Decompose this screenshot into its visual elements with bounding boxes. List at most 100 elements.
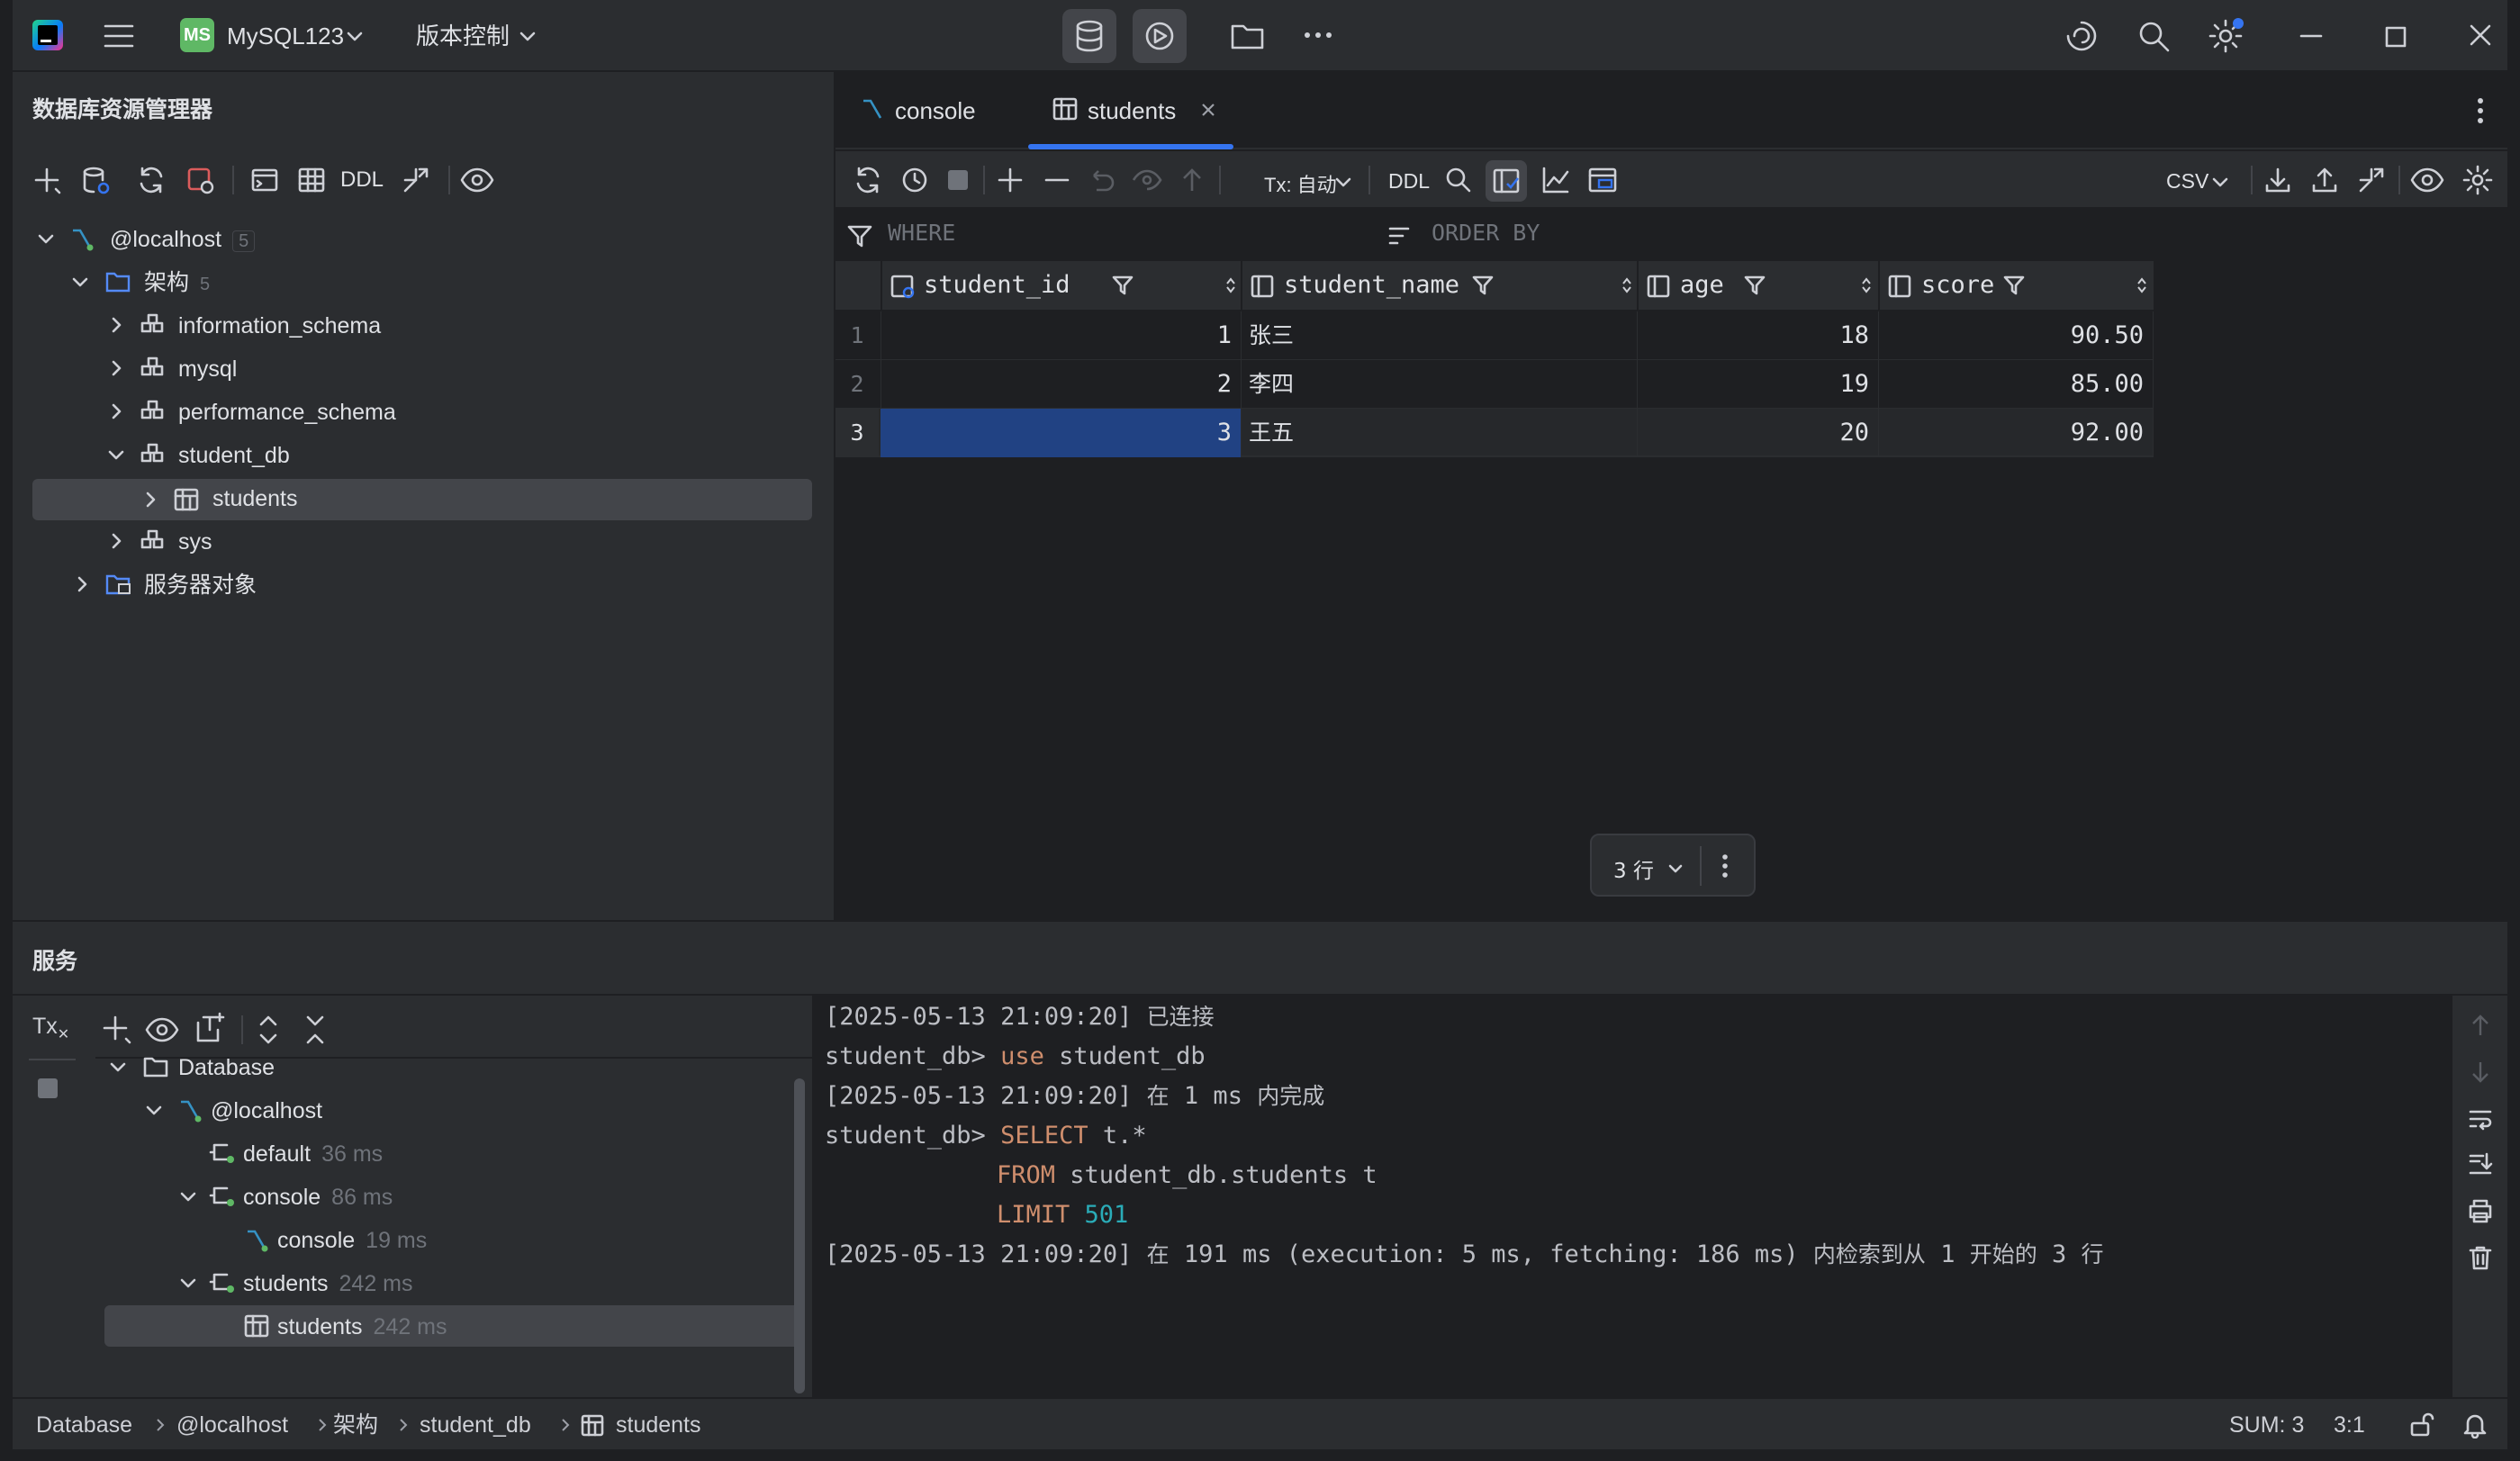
- project-badge[interactable]: MS: [180, 18, 214, 52]
- search-icon[interactable]: [2136, 18, 2172, 54]
- breadcrumb-database[interactable]: Database: [36, 1399, 132, 1451]
- breadcrumb-student-db[interactable]: student_db: [420, 1399, 531, 1451]
- main-menu-icon[interactable]: [103, 22, 135, 50]
- column-header-age[interactable]: age: [1637, 261, 1878, 310]
- tree-item-student-db[interactable]: student_db: [178, 434, 290, 477]
- ddl-button[interactable]: DDL: [340, 167, 384, 193]
- database-tool-button[interactable]: [1062, 9, 1116, 63]
- expand-all-icon[interactable]: [252, 1012, 285, 1048]
- breadcrumb-localhost[interactable]: @localhost: [176, 1399, 288, 1451]
- cell-student-id-selected[interactable]: 3: [881, 409, 1241, 457]
- column-filter-icon[interactable]: [2002, 274, 2026, 297]
- reload-icon[interactable]: [852, 164, 884, 196]
- ddl-button[interactable]: DDL: [1388, 169, 1430, 194]
- app-logo-icon[interactable]: [32, 20, 63, 50]
- table-row[interactable]: 3 3 王五 20 92.00: [835, 409, 2154, 457]
- view-options-icon[interactable]: [459, 164, 495, 196]
- tab-students[interactable]: students: [1088, 72, 1176, 149]
- chevron-down-icon[interactable]: [1667, 861, 1684, 877]
- table-view-toggle-icon[interactable]: [1486, 160, 1527, 202]
- scroll-up-icon[interactable]: [2467, 1012, 2494, 1039]
- cell-score[interactable]: 90.50: [1878, 311, 2154, 360]
- vcs-menu[interactable]: 版本控制: [416, 0, 510, 72]
- disconnect-icon[interactable]: [184, 164, 216, 196]
- compare-icon[interactable]: [2355, 164, 2388, 196]
- jump-to-source-icon[interactable]: [400, 164, 432, 196]
- tree-item-localhost[interactable]: @localhost 5: [110, 218, 256, 261]
- order-by-input[interactable]: ORDER BY: [1432, 220, 1540, 246]
- cell-student-id[interactable]: 1: [881, 311, 1241, 360]
- print-icon[interactable]: [2467, 1197, 2494, 1224]
- caret-position[interactable]: 3:1: [2334, 1399, 2365, 1451]
- tree-item-information-schema[interactable]: information_schema: [178, 304, 381, 347]
- chevron-right-icon[interactable]: [106, 358, 126, 378]
- transaction-mode-dropdown[interactable]: Tx: 自动: [1264, 169, 1337, 198]
- scroll-down-icon[interactable]: [2467, 1059, 2494, 1086]
- unlock-icon[interactable]: [2407, 1411, 2434, 1438]
- column-header-student-name[interactable]: student_name: [1241, 261, 1637, 310]
- tree-item-server-objects[interactable]: 服务器对象: [144, 564, 257, 607]
- breadcrumb-schemas[interactable]: 架构: [333, 1399, 378, 1451]
- value-viewer-icon[interactable]: [1586, 164, 1619, 196]
- search-icon[interactable]: [1444, 166, 1473, 194]
- column-filter-icon[interactable]: [1743, 274, 1766, 297]
- history-icon[interactable]: [899, 164, 931, 196]
- sort-toggle-icon[interactable]: [1860, 275, 1873, 295]
- folder-icon[interactable]: [1230, 20, 1266, 52]
- minimize-icon[interactable]: [2298, 25, 2325, 47]
- export-format-dropdown[interactable]: CSV: [2166, 169, 2208, 194]
- column-filter-icon[interactable]: [1111, 274, 1134, 297]
- service-item-localhost[interactable]: @localhost: [211, 1089, 322, 1132]
- chevron-down-icon[interactable]: [36, 229, 56, 248]
- tree-item-schemas[interactable]: 架构 5: [144, 261, 210, 304]
- selection-sum[interactable]: SUM: 3: [2229, 1399, 2304, 1451]
- tx-indicator[interactable]: Tx✕: [32, 1014, 69, 1043]
- service-item-default[interactable]: default 36 ms: [243, 1132, 383, 1176]
- collapse-all-icon[interactable]: [299, 1012, 331, 1048]
- chevron-down-icon[interactable]: [70, 272, 90, 292]
- stop-icon[interactable]: [947, 169, 969, 191]
- export-icon[interactable]: [2262, 164, 2294, 196]
- cell-student-name[interactable]: 李四: [1241, 360, 1637, 409]
- service-item-students-group[interactable]: students 242 ms: [243, 1262, 413, 1305]
- import-icon[interactable]: [2308, 164, 2341, 196]
- sort-toggle-icon[interactable]: [2136, 275, 2148, 295]
- chevron-right-icon[interactable]: [106, 401, 126, 421]
- add-row-icon[interactable]: [994, 164, 1026, 196]
- more-vertical-icon[interactable]: [1720, 852, 1730, 880]
- project-name[interactable]: MySQL123: [227, 0, 344, 72]
- clear-all-icon[interactable]: [2467, 1244, 2494, 1271]
- chevron-down-icon[interactable]: [346, 27, 364, 45]
- stop-icon[interactable]: [36, 1077, 59, 1100]
- table-row[interactable]: 1 1 张三 18 90.50: [835, 311, 2154, 360]
- close-tab-icon[interactable]: [1199, 101, 1217, 119]
- row-count-dropdown[interactable]: 3 行: [1613, 853, 1654, 884]
- breadcrumb-students[interactable]: students: [616, 1399, 701, 1451]
- chevron-right-icon[interactable]: [106, 531, 126, 551]
- view-options-icon[interactable]: [2409, 164, 2445, 196]
- tree-item-sys[interactable]: sys: [178, 520, 212, 564]
- tree-item-students[interactable]: students: [212, 477, 298, 520]
- service-item-console[interactable]: console 19 ms: [277, 1219, 427, 1262]
- tree-item-performance-schema[interactable]: performance_schema: [178, 391, 396, 434]
- column-header-score[interactable]: score: [1878, 261, 2154, 310]
- chevron-down-icon[interactable]: [519, 27, 537, 45]
- table-editor-icon[interactable]: [295, 164, 328, 196]
- sort-toggle-icon[interactable]: [1224, 275, 1237, 295]
- soft-wrap-icon[interactable]: [2467, 1105, 2494, 1132]
- cell-student-name[interactable]: 王五: [1241, 409, 1637, 457]
- notifications-icon[interactable]: [2461, 1411, 2488, 1438]
- refresh-icon[interactable]: [135, 164, 167, 196]
- grid-settings-icon[interactable]: [2461, 164, 2494, 196]
- chevron-right-icon[interactable]: [72, 574, 92, 594]
- add-service-icon[interactable]: [99, 1012, 135, 1048]
- table-row[interactable]: 2 2 李四 19 85.00: [835, 360, 2154, 409]
- where-filter-input[interactable]: WHERE: [888, 220, 955, 246]
- chevron-right-icon[interactable]: [106, 315, 126, 335]
- chevron-down-icon[interactable]: [106, 445, 126, 464]
- service-item-database[interactable]: Database: [178, 1046, 275, 1089]
- tree-scrollbar[interactable]: [794, 1078, 805, 1393]
- cell-student-id[interactable]: 2: [881, 360, 1241, 409]
- cell-student-name[interactable]: 张三: [1241, 311, 1637, 360]
- chevron-down-icon[interactable]: [178, 1186, 198, 1206]
